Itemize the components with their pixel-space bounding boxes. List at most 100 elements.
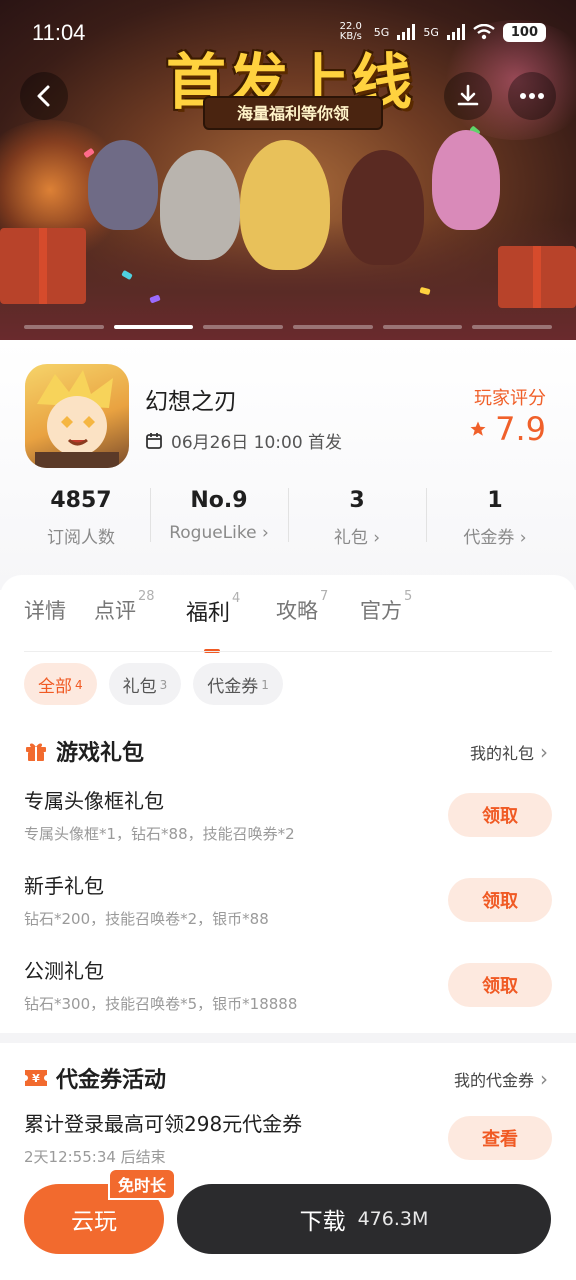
section-separator [0, 1033, 576, 1043]
divider [24, 651, 552, 652]
game-title: 幻想之刃 [145, 389, 237, 415]
svg-text:¥: ¥ [32, 1072, 40, 1085]
game-info-panel: 幻想之刃 06月26日 10:00 首发 玩家评分 7.9 4857 订阅人数 … [0, 340, 576, 590]
voucher-section-header: ¥ 代金券活动 [24, 1062, 166, 1094]
battery-indicator: 100 [502, 22, 546, 42]
stat-subscribers: 4857 订阅人数 [12, 480, 150, 550]
release-time-text: 06月26日 10:00 首发 [171, 433, 343, 453]
gift-section-title: 游戏礼包 [56, 741, 145, 766]
stat-value: 3 [349, 488, 365, 513]
carousel-dot[interactable] [382, 325, 463, 329]
tab-details[interactable]: 详情 [24, 595, 66, 625]
gift-row: 新手礼包 钻石*200，技能召唤卷*2，银币*88 领取 [24, 870, 552, 950]
signal-icon [397, 24, 416, 40]
hero-hooded-rogue [342, 150, 424, 265]
voucher-section-title: 代金券活动 [56, 1068, 167, 1093]
tab-bar: 详情 点评28 福利4 攻略7 官方5 [0, 589, 576, 653]
signal-5g-label: 5G [373, 25, 390, 39]
network-speed: 22.0 KB/s [339, 21, 362, 42]
carousel-dot[interactable] [24, 325, 104, 329]
filter-gifts[interactable]: 礼包 3 [108, 663, 182, 705]
gift-section-header: 游戏礼包 [24, 735, 144, 767]
status-time: 11:04 [32, 20, 86, 45]
gift-contents: 钻石*300，技能召唤卷*5，银币*18888 [24, 995, 298, 1013]
filter-all[interactable]: 全部 4 [24, 663, 97, 705]
back-button[interactable] [20, 72, 68, 120]
gift-name: 专属头像框礼包 [24, 789, 164, 813]
chevron-right-icon: › [373, 528, 381, 548]
claim-button[interactable]: 领取 [448, 963, 552, 1007]
signal-5g-label-2: 5G [423, 25, 439, 39]
stat-value: No.9 [190, 488, 248, 513]
chevron-left-icon [37, 85, 50, 107]
game-icon-art [35, 370, 119, 468]
stat-value: 1 [487, 488, 503, 513]
gift-contents: 钻石*200，技能召唤卷*2，银币*88 [24, 910, 269, 928]
carousel-dot[interactable] [472, 325, 553, 329]
hero-white-haired-warrior [160, 150, 240, 260]
star-icon [470, 421, 486, 436]
free-time-badge: 免时长 [108, 1168, 177, 1200]
chevron-right-icon: › [540, 1067, 548, 1091]
rating-label: 玩家评分 [474, 388, 546, 409]
calendar-icon [146, 432, 162, 449]
stats-row: 4857 订阅人数 No.9 RogueLike › 3 礼包 › 1 代金券 … [12, 480, 564, 550]
gift-contents: 专属头像框*1，钻石*88，技能召唤券*2 [24, 825, 295, 843]
voucher-icon: ¥ [25, 1070, 47, 1086]
stat-label: RogueLike › [169, 523, 269, 543]
hero-blonde-swordsman [240, 140, 330, 270]
carousel-dot-active[interactable] [113, 325, 194, 329]
voucher-name: 累计登录最高可领298元代金券 [24, 1112, 303, 1136]
gift-name: 公测礼包 [24, 959, 104, 983]
chevron-right-icon: › [519, 528, 527, 548]
stat-gifts[interactable]: 3 礼包 › [288, 480, 426, 550]
more-options-button[interactable] [508, 72, 556, 120]
carousel-indicator [24, 325, 553, 329]
chevron-right-icon: › [261, 523, 269, 543]
carousel-dot[interactable] [203, 325, 284, 329]
download-size: 476.3M [357, 1208, 429, 1230]
hero-pink-haired-mage [432, 130, 500, 230]
voucher-countdown: 2天12:55:34 后结束 [24, 1148, 166, 1166]
stat-label: 代金券 › [463, 528, 527, 548]
wifi-icon [473, 24, 495, 40]
more-dots-icon [520, 93, 544, 99]
download-button[interactable]: 下载 476.3M [177, 1184, 551, 1254]
release-time: 06月26日 10:00 首发 [145, 428, 342, 453]
download-label: 下载 [299, 1209, 346, 1235]
game-app-icon [25, 364, 129, 468]
tab-reviews[interactable]: 点评28 [94, 589, 155, 625]
my-gifts-link[interactable]: 我的礼包 › [470, 740, 548, 764]
stat-rank[interactable]: No.9 RogueLike › [150, 480, 288, 550]
view-button[interactable]: 查看 [448, 1116, 552, 1160]
gift-row: 专属头像框礼包 专属头像框*1，钻石*88，技能召唤券*2 领取 [24, 785, 552, 865]
rating-score: 7.9 [469, 410, 546, 448]
gift-row: 公测礼包 钻石*300，技能召唤卷*5，银币*18888 领取 [24, 955, 552, 1035]
chevron-right-icon: › [540, 740, 548, 764]
download-icon-button[interactable] [444, 72, 492, 120]
banner-subtitle: 海量福利等你领 [236, 104, 349, 123]
claim-button[interactable]: 领取 [448, 878, 552, 922]
status-bar: 11:04 22.0 KB/s 5G 5G 100 [0, 0, 576, 64]
claim-button[interactable]: 领取 [448, 793, 552, 837]
voucher-row: 累计登录最高可领298元代金券 2天12:55:34 后结束 查看 [24, 1108, 552, 1188]
benefits-card: 详情 点评28 福利4 攻略7 官方5 全部 4 礼包 3 代金券 1 游戏礼包 我的… [0, 575, 576, 1280]
tab-official[interactable]: 官方5 [360, 589, 412, 625]
tab-benefits[interactable]: 福利4 [186, 591, 240, 627]
signal-icon-2 [446, 24, 465, 40]
stat-value: 4857 [50, 488, 112, 513]
gift-icon [26, 743, 46, 761]
gift-box-art [0, 228, 86, 304]
gift-name: 新手礼包 [24, 874, 104, 898]
status-icons: 22.0 KB/s 5G 5G 100 [336, 22, 546, 42]
my-vouchers-link[interactable]: 我的代金券 › [454, 1067, 548, 1091]
stat-label: 订阅人数 [47, 528, 115, 548]
hero-horned-warrior [88, 140, 158, 230]
download-icon [457, 84, 479, 106]
filter-chips: 全部 4 礼包 3 代金券 1 [24, 663, 283, 705]
gift-box-art [498, 246, 576, 308]
filter-vouchers[interactable]: 代金券 1 [193, 663, 283, 705]
stat-vouchers[interactable]: 1 代金券 › [426, 480, 564, 550]
tab-guides[interactable]: 攻略7 [276, 589, 328, 625]
carousel-dot[interactable] [293, 325, 373, 329]
